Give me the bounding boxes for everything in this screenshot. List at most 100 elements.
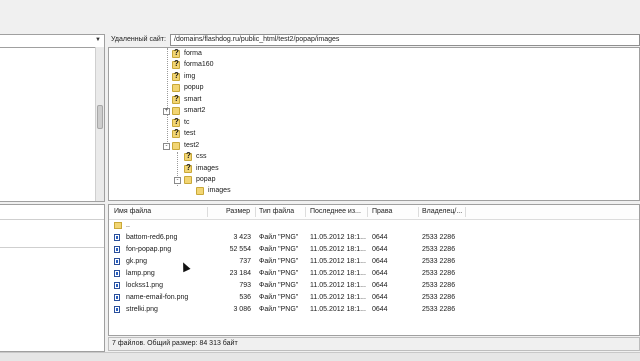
collapse-icon[interactable]: - (163, 143, 170, 150)
tree-node-popap[interactable]: popap (184, 174, 215, 185)
tree-node-css[interactable]: css (184, 151, 207, 162)
folder-icon (184, 175, 192, 184)
column-header-modified[interactable]: Последнее из... (310, 208, 361, 215)
file-name: battom-red6.png (126, 234, 178, 241)
folder-icon (172, 141, 180, 150)
local-file-list-pane[interactable] (0, 204, 105, 352)
tree-node-label: img (184, 73, 196, 80)
tree-node-test[interactable]: test (172, 128, 195, 139)
file-size: 52 554 (229, 246, 251, 253)
file-name: strelki.png (126, 306, 158, 313)
tree-node-label: forma160 (184, 61, 214, 68)
file-owner: 2533 2286 (422, 246, 456, 253)
remote-tree-pane[interactable]: forma forma160 img popup smart + smart2 … (108, 47, 640, 201)
tree-node-popup[interactable]: popup (172, 82, 203, 93)
column-separator[interactable] (255, 207, 256, 217)
tree-guide-line (167, 48, 168, 148)
file-size: 23 184 (229, 270, 251, 277)
tree-node-label: css (196, 153, 207, 160)
column-separator[interactable] (367, 207, 368, 217)
file-owner: 2533 2286 (422, 234, 456, 241)
tree-node-images[interactable]: images (184, 163, 219, 174)
tree-node-tc[interactable]: tc (172, 117, 189, 128)
collapse-icon[interactable]: - (174, 177, 181, 184)
file-owner: 2533 2286 (422, 258, 456, 265)
tree-node-forma[interactable]: forma (172, 48, 202, 59)
chevron-down-icon[interactable]: ▼ (95, 37, 101, 43)
column-separator[interactable] (465, 207, 466, 217)
remote-site-bar: Удаленный сайт: /domains/flashdog.ru/pub… (108, 34, 640, 47)
file-modified: 11.05.2012 18:1... (310, 246, 366, 253)
tree-node-img[interactable]: img (172, 71, 195, 82)
divider (0, 219, 104, 220)
table-row[interactable]: battom-red6.png 3 423 Файл "PNG" 11.05.2… (109, 232, 639, 244)
local-tree-scrollbar[interactable] (95, 47, 104, 201)
file-name: .. (126, 222, 130, 229)
file-perms: 0644 (372, 306, 388, 313)
column-header-perms[interactable]: Права (372, 208, 392, 215)
status-bar: 7 файлов. Общий размер: 84 313 байт (108, 337, 640, 351)
tree-node-popap-images[interactable]: images (196, 185, 231, 196)
column-separator[interactable] (207, 207, 208, 217)
file-size: 3 423 (233, 234, 251, 241)
file-perms: 0644 (372, 270, 388, 277)
tree-node-label: forma (184, 50, 202, 57)
file-modified: 11.05.2012 18:1... (310, 294, 366, 301)
column-separator[interactable] (418, 207, 419, 217)
file-modified: 11.05.2012 18:1... (310, 258, 366, 265)
file-perms: 0644 (372, 258, 388, 265)
tree-node-smart2[interactable]: smart2 (172, 105, 205, 116)
tree-node-test2[interactable]: test2 (172, 140, 199, 151)
status-text: 7 файлов. Общий размер: 84 313 байт (112, 340, 238, 347)
folder-icon (172, 106, 180, 115)
tree-node-forma160[interactable]: forma160 (172, 59, 214, 70)
tree-node-label: images (196, 165, 219, 172)
png-file-icon (114, 246, 120, 253)
file-perms: 0644 (372, 294, 388, 301)
expand-icon[interactable]: + (163, 108, 170, 115)
question-folder-icon (172, 71, 180, 81)
file-size: 536 (239, 294, 251, 301)
png-file-icon (114, 294, 120, 301)
file-modified: 11.05.2012 18:1... (310, 282, 366, 289)
column-header-name[interactable]: Имя файла (114, 208, 151, 215)
file-list-header: Имя файла Размер Тип файла Последнее из.… (109, 205, 639, 220)
file-name: fon-popap.png (126, 246, 172, 253)
file-name: lamp.png (126, 270, 155, 277)
table-row[interactable]: name-email-fon.png 536 Файл "PNG" 11.05.… (109, 292, 639, 304)
png-file-icon (114, 270, 120, 277)
file-size: 793 (239, 282, 251, 289)
file-owner: 2533 2286 (422, 294, 456, 301)
column-header-owner[interactable]: Владелец/... (422, 208, 462, 215)
file-type: Файл "PNG" (259, 282, 299, 289)
file-perms: 0644 (372, 234, 388, 241)
parent-dir-row[interactable]: .. (109, 220, 639, 232)
local-tree-pane[interactable]: ▼ (0, 34, 105, 202)
local-path-combo[interactable]: ▼ (0, 35, 104, 48)
scrollbar-thumb[interactable] (97, 105, 103, 129)
column-header-size[interactable]: Размер (226, 208, 250, 215)
tree-node-label: popup (184, 84, 204, 91)
folder-icon (196, 186, 204, 195)
table-row[interactable]: strelki.png 3 086 Файл "PNG" 11.05.2012 … (109, 304, 639, 316)
table-row[interactable]: fon-popap.png 52 554 Файл "PNG" 11.05.20… (109, 244, 639, 256)
folder-icon (172, 83, 180, 92)
file-name: gk.png (126, 258, 148, 265)
question-folder-icon (172, 59, 180, 69)
column-header-type[interactable]: Тип файла (259, 208, 294, 215)
file-type: Файл "PNG" (259, 234, 299, 241)
file-type: Файл "PNG" (259, 258, 299, 265)
file-type: Файл "PNG" (259, 294, 299, 301)
file-owner: 2533 2286 (422, 270, 456, 277)
tree-node-label: popap (196, 176, 216, 183)
table-row[interactable]: lockss1.png 793 Файл "PNG" 11.05.2012 18… (109, 280, 639, 292)
question-folder-icon (184, 163, 192, 173)
png-file-icon (114, 306, 120, 313)
file-size: 737 (239, 258, 251, 265)
tree-node-smart[interactable]: smart (172, 94, 202, 105)
remote-path-input[interactable]: /domains/flashdog.ru/public_html/test2/p… (170, 34, 640, 46)
column-separator[interactable] (305, 207, 306, 217)
file-perms: 0644 (372, 246, 388, 253)
tree-node-label: tc (184, 119, 190, 126)
file-type: Файл "PNG" (259, 246, 299, 253)
